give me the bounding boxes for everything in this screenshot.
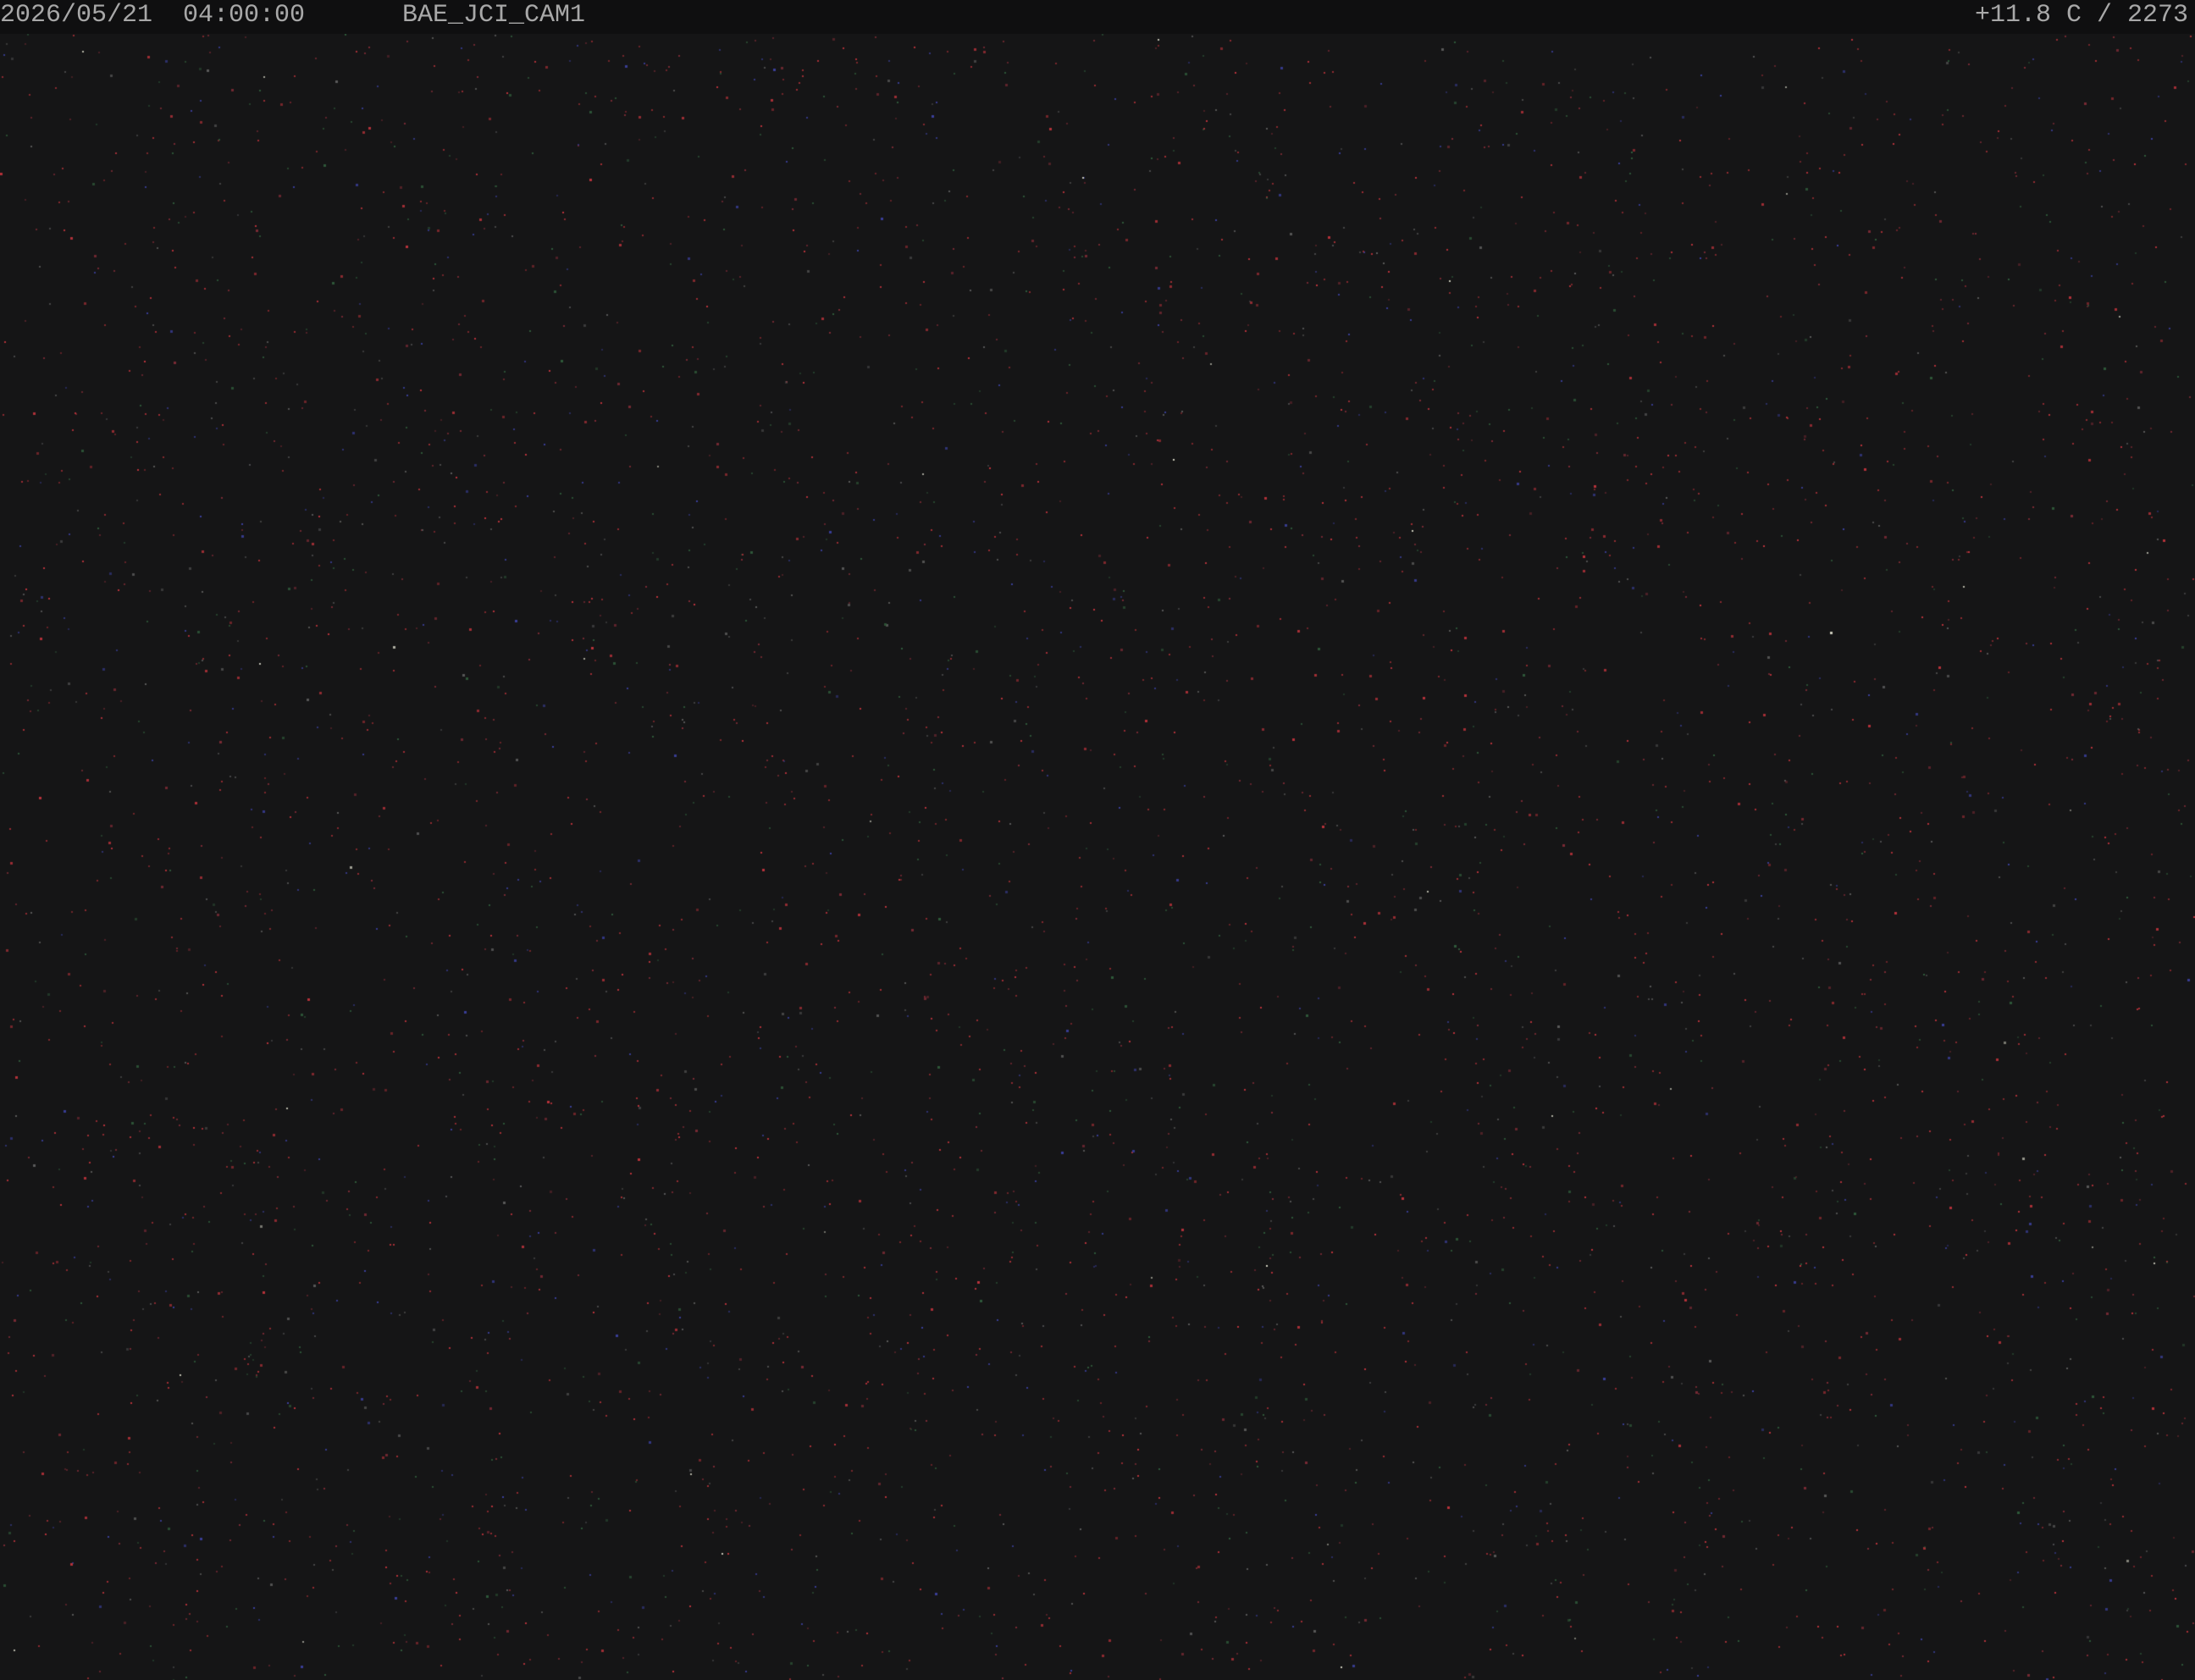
camera-name-label: BAE_JCI_CAM1 bbox=[402, 1, 586, 30]
temperature-count-label: +11.8 C / 2273 bbox=[1974, 1, 2188, 30]
datetime-label: 2026/05/21 04:00:00 bbox=[0, 1, 306, 30]
camera-frame: 2026/05/21 04:00:00 BAE_JCI_CAM1 +11.8 C… bbox=[0, 0, 2195, 1680]
night-sky-image bbox=[0, 34, 2195, 1680]
timestamp-overlay-bar: 2026/05/21 04:00:00 BAE_JCI_CAM1 +11.8 C… bbox=[0, 0, 2195, 34]
